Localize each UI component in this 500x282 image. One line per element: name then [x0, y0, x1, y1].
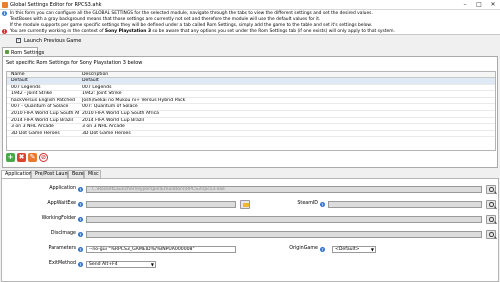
table-row[interactable]: Default Default — [7, 78, 495, 85]
launch-previous-label: Launch Previous Game — [24, 38, 82, 44]
exitmethod-label: ExitMethod — [48, 261, 76, 266]
table-row[interactable]: 3D Dot Game Heroes 3D Dot Game Heroes — [7, 131, 495, 138]
launch-previous-row: ✓ Launch Previous Game — [0, 36, 500, 46]
edit-rom-button[interactable]: ✎ — [28, 153, 37, 162]
table-row[interactable]: 007 - Quantum of Solace 007: Quantum of … — [7, 104, 495, 111]
maximize-button[interactable]: □ — [472, 0, 486, 10]
discimage-field[interactable] — [86, 230, 482, 238]
search-icon — [489, 187, 494, 192]
help-icon[interactable]: ? — [78, 261, 83, 267]
help-icon[interactable]: ? — [78, 231, 83, 237]
search-icon — [489, 232, 494, 237]
table-row[interactable]: hackVersus English Patched Joshi/Sekai n… — [7, 98, 495, 105]
remove-rom-button[interactable]: ✖ — [17, 153, 26, 162]
help-icon[interactable]: ? — [320, 201, 325, 207]
workingfolder-browse-button[interactable] — [486, 214, 496, 224]
tab-bezel[interactable]: Bezel — [68, 170, 85, 178]
warning-icon: ! — [2, 28, 7, 34]
workingfolder-label: WorkingFolder — [41, 216, 76, 221]
info-banner: i In this form you can configure all the… — [0, 10, 500, 35]
origingame-label: OriginGame — [289, 246, 318, 251]
settings-tabs: Application Pre/Post Launch Bezel Misc — [0, 170, 500, 178]
tab-rom-settings[interactable]: Rom Settings — [2, 47, 44, 56]
table-row[interactable]: 1942 - Joint Strike 1942: Joint Strike — [7, 91, 495, 98]
minimize-button[interactable]: – — [458, 0, 472, 10]
application-field[interactable]: ..\..\RocketLauncher\Hyperspin\Emulators… — [86, 185, 482, 193]
application-browse-button[interactable] — [486, 184, 496, 194]
application-panel: Application ? ..\..\RocketLauncher\Hyper… — [1, 178, 499, 282]
parameters-field[interactable]: --no-gui "%RPCS3_GAMEID%/%INPUA000008" — [86, 245, 236, 253]
workingfolder-field[interactable] — [86, 215, 482, 223]
application-label: Application — [49, 186, 76, 191]
appwaitexe-field[interactable] — [86, 200, 236, 208]
table-row[interactable]: 2010 FIFA World Cup South Africa 2010 FI… — [7, 111, 495, 118]
parameters-label: Parameters — [48, 246, 76, 251]
rom-settings-caption: Set specific Rom Settings for Sony Plays… — [6, 60, 143, 66]
block-icon[interactable]: ⊘ — [39, 153, 48, 162]
app-icon — [2, 2, 8, 8]
exitmethod-dropdown[interactable]: Send Alt+F4 ▼ — [86, 260, 156, 268]
chevron-down-icon: ▼ — [370, 246, 374, 252]
rom-settings-panel: Set specific Rom Settings for Sony Plays… — [2, 56, 498, 168]
chevron-down-icon: ▼ — [150, 261, 154, 267]
close-button[interactable]: ✕ — [486, 0, 500, 10]
steamid-search-button[interactable] — [486, 199, 496, 209]
help-icon[interactable]: ? — [78, 186, 83, 192]
appwaitexe-browse-button[interactable] — [240, 199, 250, 209]
tab-pre-post-launch[interactable]: Pre/Post Launch — [31, 170, 73, 178]
system-name: Sony Playstation 3 — [104, 28, 152, 34]
help-icon[interactable]: ? — [78, 246, 83, 252]
info-icon: i — [2, 11, 7, 16]
table-row[interactable]: 2014 FIFA World Cup Brazil 2014 FIFA Wor… — [7, 118, 495, 125]
table-row[interactable]: 3 on 3 NHL Arcade 3 on 3 NHL Arcade — [7, 124, 495, 131]
help-icon[interactable]: ? — [78, 201, 83, 207]
tab-application[interactable]: Application — [1, 170, 32, 178]
origingame-dropdown[interactable]: <Default> ▼ — [332, 245, 376, 253]
help-icon[interactable]: ? — [78, 216, 83, 222]
tab-misc[interactable]: Misc — [84, 170, 101, 178]
help-icon[interactable]: ? — [320, 246, 325, 252]
add-rom-button[interactable]: + — [6, 153, 15, 162]
folder-icon — [242, 202, 249, 207]
discimage-label: DiscImage — [50, 231, 76, 236]
table-row[interactable]: 007 Legends 007 Legends — [7, 85, 495, 92]
search-icon — [489, 202, 494, 207]
rom-table[interactable]: Name Description Default Default 007 Leg… — [6, 71, 496, 151]
discimage-browse-button[interactable] — [486, 229, 496, 239]
appwaitexe-label: AppWaitExe — [47, 201, 76, 206]
window-title: Global Settings Editor for RPCS3.ahk — [10, 2, 102, 8]
steamid-label: SteamID — [297, 201, 318, 206]
rom-settings-icon — [5, 50, 9, 54]
search-icon — [489, 217, 494, 222]
title-bar: Global Settings Editor for RPCS3.ahk – □… — [0, 0, 500, 10]
steamid-field[interactable] — [328, 200, 482, 208]
launch-previous-checkbox[interactable]: ✓ — [16, 38, 21, 43]
